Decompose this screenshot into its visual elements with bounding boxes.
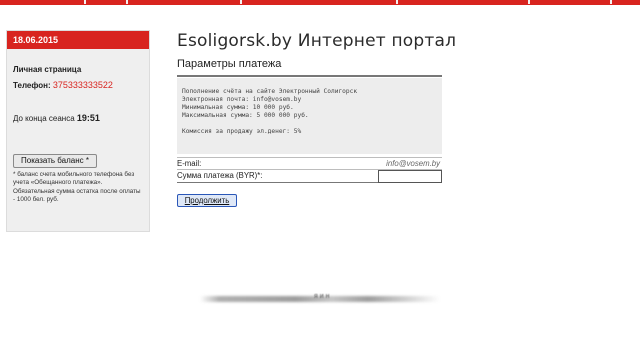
show-balance-button[interactable]: Показать баланс * (13, 154, 97, 168)
phone-row: Телефон: 375333333522 (13, 80, 113, 90)
section-title: Параметры платежа (177, 58, 282, 70)
info-line: Пополнение счёта на сайте Электронный Со… (182, 88, 358, 95)
phone-number: 375333333522 (52, 80, 113, 90)
email-label: E-mail: (177, 159, 202, 168)
site-title: Esoligorsk.by Интернет портал (177, 31, 457, 51)
amount-label: Сумма платежа (BYR)*: (177, 171, 263, 180)
email-row: E-mail: info@vosem.by (177, 157, 442, 170)
email-value: info@vosem.by (386, 159, 440, 168)
session-timer: До конца сеанса 19:51 (13, 113, 100, 123)
info-line: Электронная почта: info@vosem.by (182, 96, 302, 104)
session-time: 19:51 (76, 113, 100, 123)
sidebar-panel: 18.06.2015 Личная страница Телефон: 3753… (6, 30, 150, 232)
amount-row: Сумма платежа (BYR)*: (177, 170, 442, 183)
balance-note: * баланс счета мобильного телефона без у… (13, 171, 141, 204)
commission-line: Комиссия за продажу эл.денег: 5% (182, 128, 302, 136)
personal-page-heading: Личная страница (13, 65, 82, 74)
amount-input[interactable] (378, 170, 442, 183)
session-label: До конца сеанса (13, 114, 75, 123)
phone-label: Телефон: (13, 81, 51, 90)
date-bar: 18.06.2015 (7, 31, 149, 49)
info-line: Максимальная сумма: 5 000 000 руб. (182, 112, 309, 120)
top-bar-separators (0, 0, 640, 5)
continue-button[interactable]: Продолжить (177, 194, 237, 207)
blurred-footer-text: я и н (314, 293, 330, 300)
section-divider (177, 75, 442, 77)
payment-info-box: Пополнение счёта на сайте Электронный Со… (177, 78, 442, 154)
